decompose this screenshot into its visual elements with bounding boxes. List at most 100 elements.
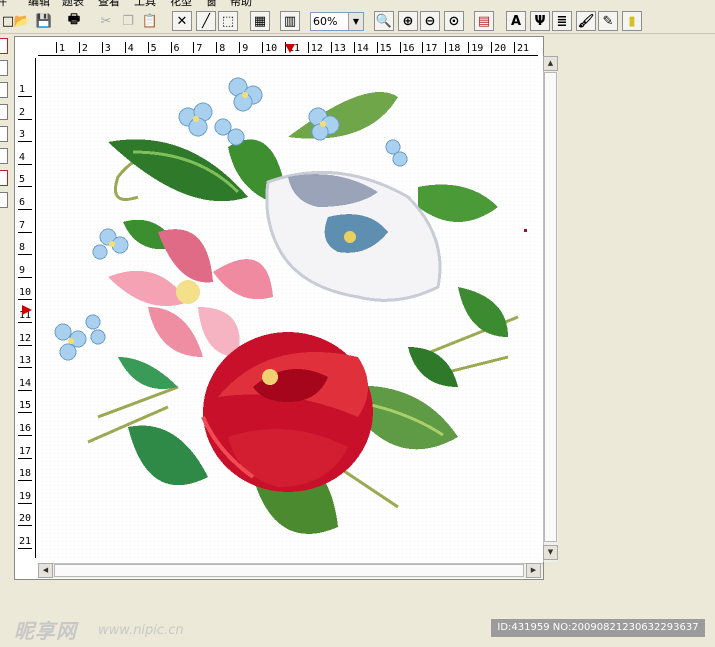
ruler-tick — [78, 42, 80, 53]
ruler-label: 15 — [379, 43, 392, 54]
left-tool-button[interactable] — [0, 82, 8, 98]
watermark-site: www.nipic.cn — [98, 623, 184, 638]
left-tool-strip — [0, 38, 9, 218]
ruler-tick — [399, 42, 401, 53]
ruler-tick — [18, 344, 32, 346]
scroll-up-icon[interactable]: ▲ — [543, 56, 558, 71]
menu-bar: 件编辑 题表 查看 工具 花型窗帮助 — [0, 0, 715, 8]
zoom-in-icon[interactable]: ⊕ — [398, 11, 418, 31]
ruler-tick — [376, 42, 378, 53]
ruler-label: 9 — [242, 43, 249, 54]
ruler-tick — [18, 254, 32, 256]
watermark-logo: 昵享网 — [14, 619, 77, 643]
ruler-tick — [101, 42, 103, 53]
ruler-label: 17 — [19, 445, 32, 457]
print-icon[interactable]: 🖶 — [64, 11, 84, 31]
ruler-label: 17 — [425, 43, 438, 54]
align-icon[interactable]: ≣ — [552, 11, 572, 31]
ruler-label: 9 — [19, 264, 26, 276]
zoom-out-icon[interactable]: ⊖ — [420, 11, 440, 31]
ruler-tick — [307, 42, 309, 53]
ruler-label: 20 — [19, 513, 32, 525]
left-tool-button[interactable] — [0, 148, 8, 164]
horizontal-scroll-thumb[interactable] — [54, 564, 524, 577]
scroll-down-icon[interactable]: ▼ — [543, 545, 558, 560]
ruler-tick — [18, 435, 32, 436]
left-tool-button[interactable] — [0, 104, 8, 120]
grid-icon[interactable]: ▦ — [250, 11, 270, 31]
zoom-fit-icon[interactable]: ⊙ — [444, 11, 464, 31]
left-tool-button[interactable] — [0, 170, 8, 186]
select-rect-icon[interactable]: ⬚ — [218, 11, 238, 31]
ruler-tick — [18, 163, 32, 165]
zoom-window-icon[interactable]: 🔍 — [374, 11, 394, 31]
ruler-label: 12 — [310, 43, 323, 54]
left-tool-button[interactable] — [0, 192, 8, 208]
zoom-value: 60% — [313, 15, 338, 28]
brush-icon[interactable]: 🖌 — [576, 11, 596, 31]
ruler-position-marker-x — [285, 44, 295, 53]
eyedropper-icon[interactable]: ✎ — [598, 11, 618, 31]
ruler-tick — [18, 322, 32, 323]
ruler-label: 18 — [19, 468, 32, 480]
ruler-tick — [330, 42, 332, 53]
chevron-down-icon[interactable]: ▼ — [348, 13, 363, 30]
font-icon[interactable]: Ψ — [530, 11, 550, 31]
ruler-tick — [18, 457, 32, 459]
ruler-tick — [262, 42, 264, 53]
ruler-label: 16 — [19, 423, 32, 434]
scroll-right-icon[interactable]: ▶ — [526, 563, 541, 578]
ruler-label: 15 — [19, 400, 32, 412]
paste-icon[interactable]: 📋 — [140, 11, 160, 31]
ruler-tick — [18, 412, 32, 414]
ruler-label: 16 — [402, 43, 415, 54]
palette-icon[interactable]: ▥ — [280, 11, 300, 31]
open-icon[interactable]: 📂 — [12, 11, 32, 31]
left-tool-button[interactable] — [0, 126, 8, 142]
copy-icon[interactable]: ❐ — [118, 11, 138, 31]
ruler-label: 10 — [265, 43, 278, 54]
ruler-tick — [147, 42, 149, 53]
ruler-tick — [18, 299, 32, 301]
ruler-tick — [18, 389, 32, 391]
ruler-label: 5 — [150, 43, 157, 54]
ruler-tick — [18, 276, 32, 278]
cut-icon[interactable]: ✂ — [96, 11, 116, 31]
ruler-label: 4 — [19, 151, 26, 163]
pattern-canvas[interactable] — [38, 57, 542, 562]
color-icon[interactable]: ▮ — [622, 11, 642, 31]
left-tool-button[interactable] — [0, 60, 8, 76]
ruler-tick — [124, 42, 126, 53]
ruler-label: 19 — [471, 43, 484, 54]
cross-stitch-icon[interactable]: ✕ — [172, 11, 192, 31]
horizontal-scrollbar[interactable]: ◀ ▶ — [38, 563, 543, 578]
scroll-left-icon[interactable]: ◀ — [38, 563, 53, 578]
ruler-label: 14 — [356, 43, 369, 54]
ruler-label: 7 — [19, 219, 26, 231]
vertical-scrollbar[interactable]: ▲ ▼ — [543, 56, 558, 562]
zoom-select[interactable]: 60% ▼ — [310, 12, 364, 31]
save-icon[interactable]: 💾 — [34, 11, 54, 31]
flower-bouquet-artwork — [38, 57, 542, 562]
ruler-position-marker-y — [22, 305, 32, 315]
ruler-tick — [353, 42, 355, 53]
ruler-label: 14 — [19, 377, 32, 389]
ruler-label: 1 — [19, 84, 26, 95]
ruler-tick — [56, 42, 57, 53]
ruler-label: 21 — [517, 43, 530, 54]
line-icon[interactable]: ╱ — [196, 11, 216, 31]
ruler-label: 8 — [219, 43, 226, 54]
ruler-tick — [18, 118, 32, 120]
ruler-label: 20 — [494, 43, 507, 54]
ruler-tick — [18, 548, 32, 549]
color-table-icon[interactable]: ▤ — [474, 11, 494, 31]
vertical-scroll-thumb[interactable] — [544, 72, 557, 542]
ruler-tick — [514, 42, 515, 53]
ruler-tick — [445, 42, 447, 53]
ruler-tick — [18, 480, 32, 482]
ruler-label: 19 — [19, 490, 32, 502]
text-tool-button[interactable]: A — [506, 11, 526, 31]
ruler-label: 10 — [19, 287, 32, 299]
left-tool-button[interactable] — [0, 38, 8, 54]
ruler-label: 6 — [19, 197, 26, 208]
